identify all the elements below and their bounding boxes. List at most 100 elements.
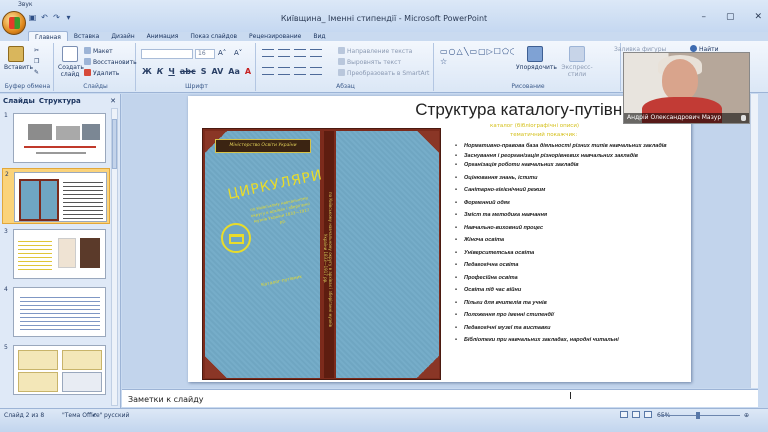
- cover-corner: [417, 356, 439, 378]
- catalog-structure[interactable]: каталог (бібліографічні описи) тематични…: [450, 122, 688, 350]
- list-item: Пільги для вчителів та учнів: [450, 300, 688, 307]
- delete-slide-button[interactable]: Удалить: [84, 69, 119, 77]
- smartart-icon: [338, 69, 345, 76]
- bullets-icon[interactable]: [262, 49, 274, 57]
- zoom-app-label: Звук: [18, 1, 33, 8]
- microphone-icon: [741, 115, 746, 121]
- cover-corner: [205, 356, 227, 378]
- quick-styles-label: Экспресс-стили: [561, 64, 593, 78]
- arrange-button[interactable]: Упорядочить: [516, 46, 557, 71]
- spine-text: по Київському навчальному округу в архів…: [323, 191, 333, 327]
- smartart-button[interactable]: Преобразовать в SmartArt: [338, 69, 429, 77]
- list-item: Професійна освіта: [450, 275, 688, 282]
- sorter-view-icon[interactable]: [632, 411, 640, 418]
- align-left-icon[interactable]: [262, 67, 274, 75]
- close-button[interactable]: ✕: [754, 12, 762, 22]
- list-item: Університетська освіта: [450, 250, 688, 257]
- delete-icon: [84, 69, 91, 76]
- list-item: Положення про іменні стипендії: [450, 312, 688, 319]
- align-text-button[interactable]: Выровнять текст: [338, 58, 401, 66]
- video-call-tile[interactable]: Андрій Олександрович Мазур: [623, 52, 750, 124]
- zoom-slider[interactable]: [660, 412, 740, 420]
- new-slide-label: Создать слайд: [58, 64, 84, 78]
- slide-thumbnail-2[interactable]: 2: [2, 168, 110, 224]
- case-icon[interactable]: Aa: [228, 67, 240, 76]
- list-item: Форменний одяг: [450, 200, 688, 207]
- maximize-button[interactable]: ▢: [726, 12, 735, 22]
- italic-icon[interactable]: К: [157, 67, 164, 76]
- stage-scrollbar[interactable]: [750, 94, 758, 388]
- decrease-indent-icon[interactable]: [294, 49, 306, 57]
- quick-styles-button[interactable]: Экспресс-стили: [556, 46, 598, 78]
- book-label: Міністерство Освіти України: [215, 139, 311, 153]
- panel-close-button[interactable]: ✕: [110, 97, 116, 105]
- tab-outline[interactable]: Структура: [39, 97, 81, 105]
- grow-font-icon[interactable]: A˄: [218, 49, 226, 57]
- slide-thumbnail-4[interactable]: 4: [2, 284, 110, 340]
- tab-slides[interactable]: Слайды: [3, 97, 35, 105]
- numbering-icon[interactable]: [278, 49, 290, 57]
- increase-indent-icon[interactable]: [310, 49, 322, 57]
- shrink-font-icon[interactable]: A˅: [234, 49, 242, 57]
- panel-scroll-thumb[interactable]: [112, 119, 117, 169]
- language-label[interactable]: русский: [104, 412, 129, 419]
- font-color-icon[interactable]: A: [245, 67, 251, 76]
- reset-icon: [84, 58, 91, 65]
- slide-thumbnail-3[interactable]: 3: [2, 226, 110, 282]
- fit-slide-icon[interactable]: ⊕: [744, 412, 749, 419]
- group-label-slides: Слайды: [83, 83, 108, 90]
- list-item: Педагогічна освіта: [450, 262, 688, 269]
- slide-title[interactable]: Структура каталогу-путівника:: [188, 100, 691, 120]
- group-label-drawing: Рисование: [511, 83, 545, 90]
- format-row: Ж К Ч abc S AV Aa A: [142, 67, 251, 76]
- window-title: Київщина_ Іменні стипендії - Microsoft P…: [280, 14, 488, 23]
- slide-thumbnail-5[interactable]: 5: [2, 342, 110, 398]
- group-label-font: Шрифт: [185, 83, 208, 90]
- reset-button[interactable]: Восстановить: [84, 58, 137, 66]
- slide-canvas[interactable]: Структура каталогу-путівника: Міністерст…: [188, 96, 691, 382]
- list-item: Навчально-виховний процес: [450, 225, 688, 232]
- justify-icon[interactable]: [310, 67, 322, 75]
- shapes-gallery[interactable]: ▭○△╲▭▢▷☐⬠⬡↘⇨↱⤴⤵{}☆: [440, 47, 514, 75]
- slideshow-view-icon[interactable]: [644, 411, 652, 418]
- cut-icon[interactable]: ✂: [34, 47, 39, 54]
- paste-button[interactable]: Вставить: [4, 46, 33, 71]
- panel-scrollbar[interactable]: [111, 108, 118, 406]
- bold-icon[interactable]: Ж: [142, 67, 152, 76]
- emblem-icon: [221, 223, 251, 253]
- slide-thumbnail-1[interactable]: 1: [2, 110, 110, 166]
- notes-pane[interactable]: Заметки к слайду: [122, 389, 758, 407]
- normal-view-icon[interactable]: [620, 411, 628, 418]
- arrange-label: Упорядочить: [516, 64, 557, 71]
- underline-icon[interactable]: Ч: [168, 67, 174, 76]
- layout-label: Макет: [93, 48, 113, 55]
- book-description: по Київському навчальному округу в архів…: [249, 195, 311, 225]
- group-slides: Создать слайд Макет Восстановить Удалить…: [56, 43, 137, 91]
- format-painter-icon[interactable]: ✎: [34, 69, 39, 76]
- office-button[interactable]: [2, 11, 26, 35]
- align-center-icon[interactable]: [278, 67, 290, 75]
- shadow-icon[interactable]: S: [201, 67, 207, 76]
- font-size-input[interactable]: 16: [195, 49, 215, 59]
- text-direction-button[interactable]: Направление текста: [338, 47, 412, 55]
- paste-label: Вставить: [4, 64, 34, 71]
- spacing-icon[interactable]: AV: [211, 67, 223, 76]
- book-cover-image[interactable]: Міністерство Освіти України ЦИРКУЛЯРИ по…: [202, 128, 441, 380]
- panel-tabs: Слайды Структура ✕: [0, 94, 120, 108]
- quick-styles-icon: [569, 46, 585, 62]
- heading-index: тематичний покажчик:: [510, 132, 578, 138]
- copy-icon[interactable]: ❐: [34, 58, 39, 65]
- spellcheck-icon[interactable]: ✔: [92, 412, 97, 419]
- layout-icon: [84, 47, 91, 54]
- list-item: Бібліотеки при навчальних закладах, наро…: [450, 337, 688, 344]
- strike-icon[interactable]: abc: [180, 67, 196, 76]
- zoom-slider-thumb[interactable]: [696, 412, 700, 419]
- layout-button[interactable]: Макет: [84, 47, 113, 55]
- align-right-icon[interactable]: [294, 67, 306, 75]
- minimize-button[interactable]: –: [701, 12, 706, 22]
- font-name-input[interactable]: [141, 49, 193, 59]
- slides-panel: Слайды Структура ✕ 1 2 3 4 5: [0, 94, 121, 408]
- notes-placeholder: Заметки к слайду: [128, 395, 204, 404]
- title-bar: Звук ▣ ↶ ↷ ▾ Київщина_ Іменні стипендії …: [0, 0, 768, 32]
- new-slide-button[interactable]: Создать слайд: [58, 46, 84, 78]
